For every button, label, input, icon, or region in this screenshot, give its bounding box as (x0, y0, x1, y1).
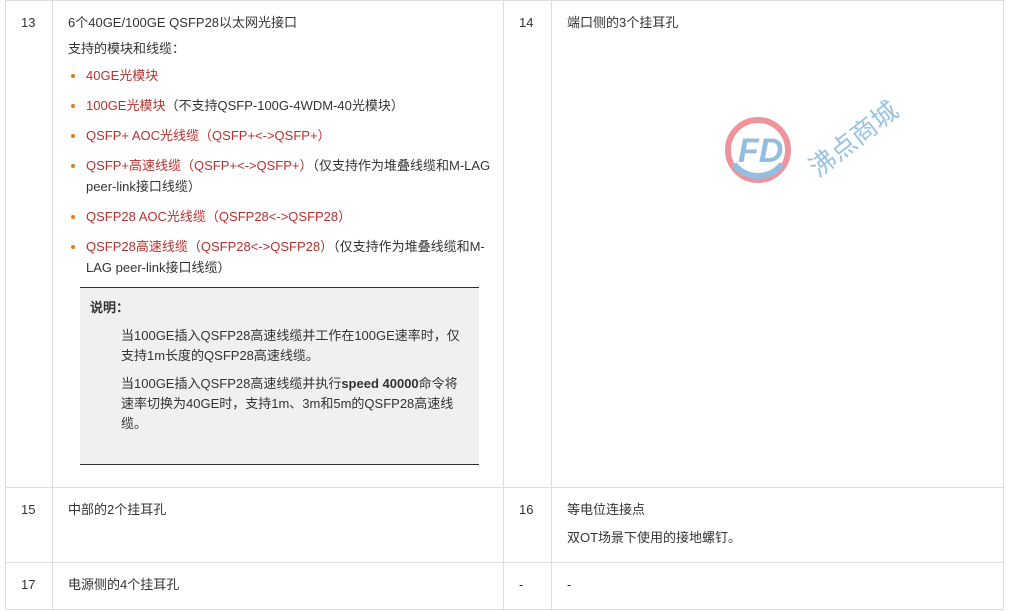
table-row: 13 6个40GE/100GE QSFP28以太网光接口 支持的模块和线缆： 4… (5, 0, 1004, 488)
item-note: （不支持QSFP-100G-4WDM-40光模块） (165, 98, 404, 113)
row-subtitle: 支持的模块和线缆： (68, 41, 186, 56)
row-number: 17 (5, 562, 53, 610)
row-number: 13 (5, 0, 53, 488)
spec-table: 13 6个40GE/100GE QSFP28以太网光接口 支持的模块和线缆： 4… (5, 0, 1004, 610)
row-description: - (551, 562, 1004, 610)
list-item: QSFP+ AOC光线缆（QSFP+<->QSFP+） (86, 125, 493, 146)
row-title: 等电位连接点 (567, 502, 646, 517)
row-number: 15 (5, 487, 53, 563)
list-item: QSFP28高速线缆（QSFP28<->QSFP28）（仅支持作为堆叠线缆和M-… (86, 236, 493, 278)
row-number: 14 (503, 0, 552, 488)
table-row: 15 中部的2个挂耳孔 16 等电位连接点 双OT场景下使用的接地螺钉。 (5, 487, 1004, 563)
item-name: QSFP28高速线缆（QSFP28<->QSFP28） (86, 239, 334, 254)
item-name: 40GE光模块 (86, 68, 159, 83)
row-detail: 双OT场景下使用的接地螺钉。 (567, 530, 742, 545)
item-name: QSFP+ AOC光线缆（QSFP+<->QSFP+） (86, 128, 331, 143)
list-item: QSFP28 AOC光线缆（QSFP28<->QSFP28） (86, 206, 493, 227)
row-description: 中部的2个挂耳孔 (52, 487, 504, 563)
module-list: 40GE光模块 100GE光模块（不支持QSFP-100G-4WDM-40光模块… (68, 65, 493, 278)
note-paragraph: 当100GE插入QSFP28高速线缆并工作在100GE速率时，仅支持1m长度的Q… (121, 328, 460, 363)
note-box: 说明： 当100GE插入QSFP28高速线缆并工作在100GE速率时，仅支持1m… (80, 287, 479, 465)
note-command: speed 40000 (341, 376, 419, 391)
row-number: - (503, 562, 552, 610)
row-description: 端口侧的3个挂耳孔 (551, 0, 1004, 488)
list-item: 100GE光模块（不支持QSFP-100G-4WDM-40光模块） (86, 95, 493, 116)
row-description: 电源侧的4个挂耳孔 (52, 562, 504, 610)
list-item: QSFP+高速线缆（QSFP+<->QSFP+）（仅支持作为堆叠线缆和M-LAG… (86, 155, 493, 197)
note-text: 当100GE插入QSFP28高速线缆并执行 (121, 376, 342, 391)
note-paragraph: 当100GE插入QSFP28高速线缆并执行speed 40000命令将速率切换为… (121, 374, 469, 434)
item-name: QSFP+高速线缆（QSFP+<->QSFP+） (86, 158, 313, 173)
item-name: 100GE光模块 (86, 98, 166, 113)
table-row: 17 电源侧的4个挂耳孔 - - (5, 562, 1004, 610)
item-name: QSFP28 AOC光线缆（QSFP28<->QSFP28） (86, 209, 352, 224)
row-description: 等电位连接点 双OT场景下使用的接地螺钉。 (551, 487, 1004, 563)
note-title: 说明： (90, 300, 130, 315)
row-number: 16 (503, 487, 552, 563)
row-description: 6个40GE/100GE QSFP28以太网光接口 支持的模块和线缆： 40GE… (52, 0, 504, 488)
list-item: 40GE光模块 (86, 65, 493, 86)
row-title: 6个40GE/100GE QSFP28以太网光接口 (68, 15, 298, 30)
